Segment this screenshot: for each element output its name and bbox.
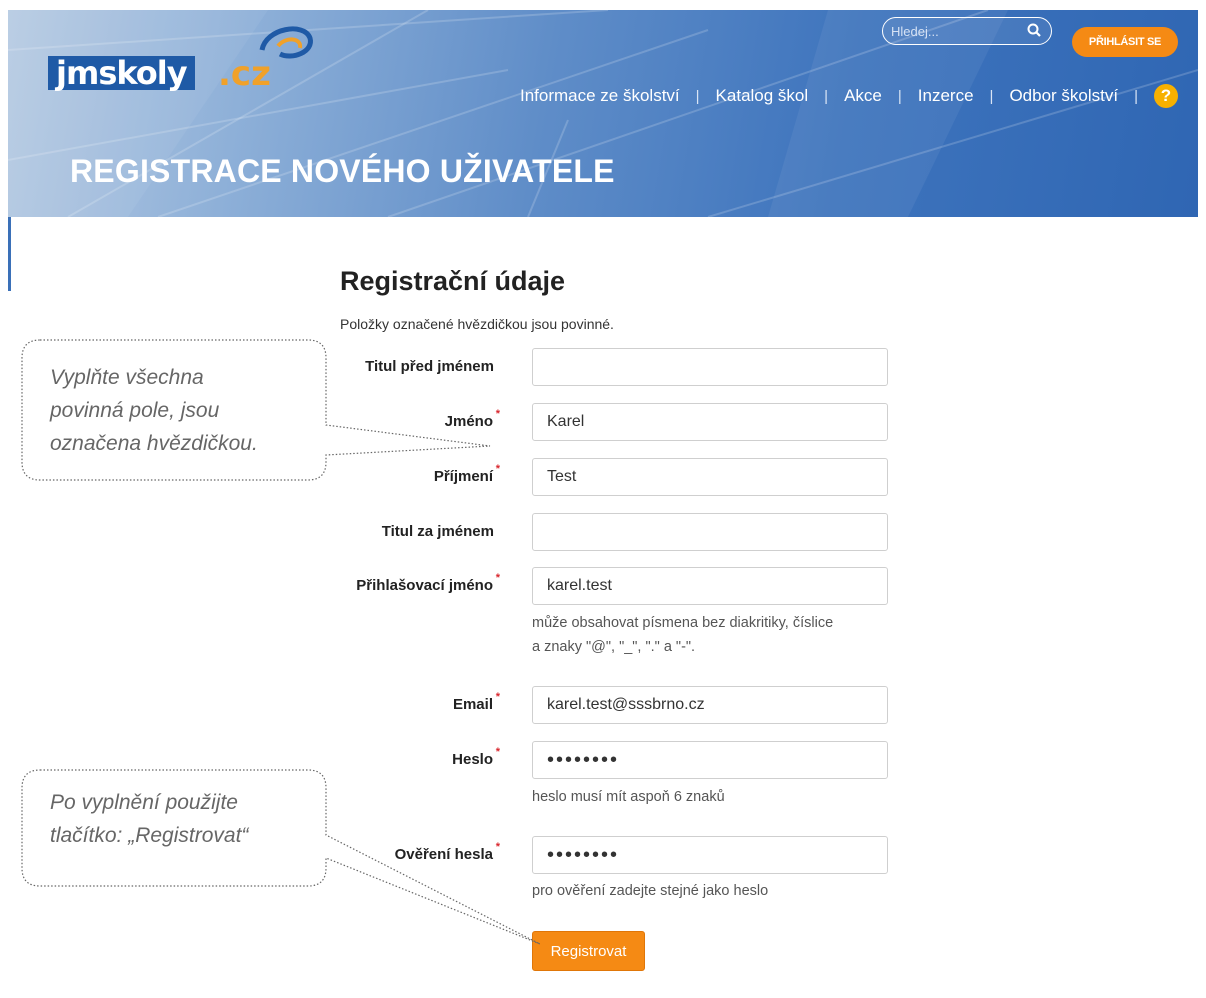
label-title-after: Titul za jménem	[381, 523, 494, 540]
search-input[interactable]	[891, 22, 1011, 40]
login-hint: může obsahovat písmena bez diakritiky, č…	[532, 615, 834, 655]
required-mark: *	[495, 572, 500, 584]
title-before-input[interactable]	[532, 348, 888, 386]
register-button[interactable]: Registrovat	[532, 931, 645, 971]
label-password-confirm: Ověření hesla *	[394, 841, 500, 863]
left-accent-rule	[8, 217, 11, 291]
required-mark: *	[495, 746, 500, 758]
logo-wordmark[interactable]: jmskoly	[48, 56, 195, 90]
callout-register-button: Po vyplnění použijte tlačítko: „Registro…	[50, 791, 249, 847]
email-input[interactable]	[532, 686, 888, 724]
form-heading: Registrační údaje	[340, 266, 566, 296]
main-nav: Informace ze školství | Katalog škol | A…	[520, 84, 1178, 108]
last-name-input[interactable]	[532, 458, 888, 496]
label-password: Heslo *	[452, 746, 500, 768]
callout-required-fields: Vyplňte všechna povinná pole, jsou označ…	[50, 366, 258, 455]
password-confirm-hint: pro ověření zadejte stejné jako heslo	[532, 883, 769, 899]
search-icon[interactable]	[1027, 23, 1041, 37]
label-login: Přihlašovací jméno *	[356, 572, 500, 594]
search-box[interactable]	[882, 17, 1052, 45]
form-note: Položky označené hvězdičkou jsou povinné…	[340, 316, 614, 332]
page-title: REGISTRACE NOVÉHO UŽIVATELE	[70, 153, 615, 189]
title-after-input[interactable]	[532, 513, 888, 551]
nav-item-katalog[interactable]: Katalog škol	[716, 86, 809, 106]
nav-item-akce[interactable]: Akce	[844, 86, 882, 106]
label-last-name: Příjmení *	[433, 463, 500, 485]
label-first-name: Jméno *	[444, 408, 500, 430]
required-mark: *	[495, 463, 500, 475]
password-input[interactable]	[532, 741, 888, 779]
required-mark: *	[495, 408, 500, 420]
nav-item-informace[interactable]: Informace ze školství	[520, 86, 680, 106]
required-mark: *	[495, 841, 500, 853]
label-title-before: Titul před jménem	[365, 358, 494, 375]
logo-swoosh-icon	[259, 26, 313, 59]
help-icon[interactable]: ?	[1154, 84, 1178, 108]
required-mark: *	[495, 691, 500, 703]
password-confirm-input[interactable]	[532, 836, 888, 874]
login-button[interactable]: PŘIHLÁSIT SE	[1072, 27, 1178, 57]
label-email: Email *	[452, 691, 500, 713]
login-input[interactable]	[532, 567, 888, 605]
password-hint: heslo musí mít aspoň 6 znaků	[532, 789, 725, 805]
nav-item-odbor[interactable]: Odbor školství	[1009, 86, 1118, 106]
nav-item-inzerce[interactable]: Inzerce	[918, 86, 974, 106]
first-name-input[interactable]	[532, 403, 888, 441]
header-banner: jmskoly .cz PŘIHLÁSIT SE Informace ze šk…	[8, 10, 1198, 217]
